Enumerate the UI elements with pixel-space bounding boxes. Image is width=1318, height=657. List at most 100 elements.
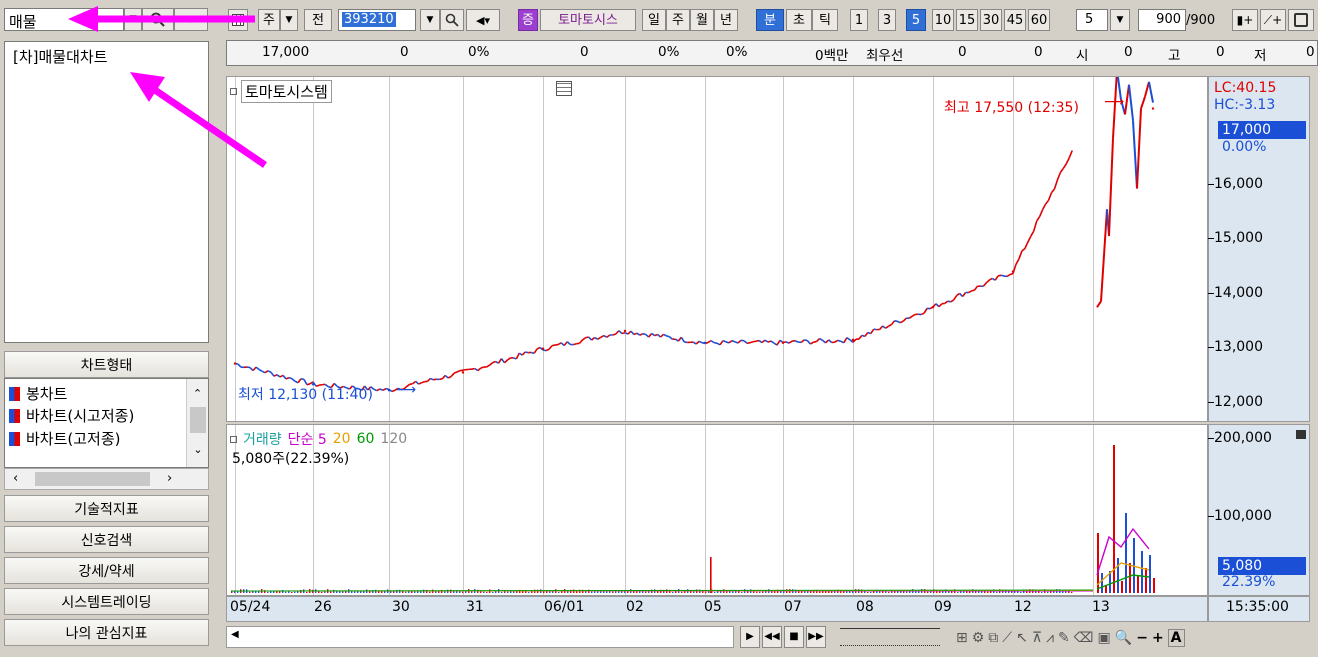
interval-30[interactable]: 30	[980, 9, 1002, 31]
line-tool-icon[interactable]: ⟋	[1002, 630, 1012, 646]
price-segment	[418, 382, 422, 385]
volume-bar	[681, 591, 683, 593]
period-month[interactable]: 월	[690, 9, 714, 31]
play-icon: ▶	[746, 631, 754, 642]
market-select[interactable]: 주	[258, 9, 280, 31]
interval-5[interactable]: 5	[906, 9, 926, 31]
market-dropdown[interactable]: ▼	[280, 9, 298, 31]
scroll-up-icon[interactable]: ⌃	[187, 387, 208, 400]
add-compare-button[interactable]: ▮+	[1232, 9, 1258, 31]
wave-tool-icon[interactable]: ⩘	[1046, 630, 1054, 646]
rewind-button[interactable]: ◀◀	[762, 626, 782, 648]
price-point	[541, 347, 545, 350]
volume-bar	[927, 591, 929, 593]
list-item[interactable]: 봉차트	[9, 383, 67, 404]
interval-10[interactable]: 10	[932, 9, 954, 31]
interval-3[interactable]: 3	[878, 9, 896, 31]
volume-bar	[558, 591, 560, 593]
volume-bar	[867, 591, 869, 593]
strength-weakness-button[interactable]: 강세/약세	[4, 557, 209, 584]
scroll-left-icon[interactable]: ‹	[13, 471, 18, 486]
vertical-scrollbar[interactable]: ⌃ ⌄	[186, 379, 208, 467]
price-segment	[267, 370, 272, 374]
pencil-icon[interactable]: ✎	[1058, 630, 1070, 646]
menu-button[interactable]: ▾	[174, 8, 208, 31]
interval-15[interactable]: 15	[956, 9, 978, 31]
fib-tool-icon[interactable]: ⊼	[1032, 630, 1042, 646]
window-icon[interactable]: ⧉	[988, 630, 998, 646]
interval-45[interactable]: 45	[1004, 9, 1026, 31]
volume-bar	[405, 591, 407, 593]
list-item[interactable]: [차]매물대차트	[13, 46, 108, 67]
list-item[interactable]: 바차트(시고저종)	[9, 405, 134, 426]
zoom-out-icon[interactable]: −	[1136, 630, 1148, 646]
layout-icon[interactable]: ⊞	[956, 630, 968, 646]
chart-icon-button[interactable]	[228, 9, 248, 31]
price-segment	[521, 351, 526, 356]
stock-name-field: 토마토시스	[540, 9, 636, 31]
zoom-slider[interactable]	[840, 628, 940, 646]
my-indicators-button[interactable]: 나의 관심지표	[4, 619, 209, 646]
save-image-icon[interactable]: ▣	[1098, 630, 1111, 646]
interval-input[interactable]: 5	[1076, 9, 1108, 31]
stop-button[interactable]: ■	[784, 626, 804, 648]
dropdown-button[interactable]: ▼	[124, 8, 142, 31]
volume-bar	[354, 591, 356, 593]
trend-tool-icon[interactable]: ↖	[1016, 630, 1028, 646]
scroll-down-icon[interactable]: ⌄	[187, 443, 208, 456]
price-segment	[731, 339, 736, 343]
zoom-in-icon[interactable]: +	[1152, 630, 1164, 646]
calendar-icon[interactable]	[556, 81, 572, 96]
prefix-button[interactable]: 전	[304, 9, 332, 31]
search-button[interactable]	[142, 8, 174, 31]
list-item[interactable]: 바차트(고저종)	[9, 428, 121, 449]
sound-button[interactable]: ◀▾	[466, 9, 500, 31]
gear-icon[interactable]: ⚙	[972, 630, 985, 646]
forward-button[interactable]: ▶▶	[806, 626, 826, 648]
technical-indicators-button[interactable]: 기술적지표	[4, 495, 209, 522]
interval-dropdown[interactable]: ▼	[1110, 9, 1130, 31]
price-segment	[680, 336, 685, 343]
volume-bar	[864, 591, 866, 593]
system-trading-button[interactable]: 시스템트레이딩	[4, 588, 209, 615]
signal-search-button[interactable]: 신호검색	[4, 526, 209, 553]
scroll-thumb[interactable]	[35, 472, 150, 486]
interval-60[interactable]: 60	[1028, 9, 1050, 31]
zoom-icon[interactable]: 🔍	[1115, 630, 1132, 646]
play-button[interactable]: ▶	[740, 626, 760, 648]
add-line-button[interactable]: ⟋+	[1260, 9, 1286, 31]
code-dropdown[interactable]: ▼	[420, 9, 440, 31]
axis-settings-icon[interactable]	[1296, 430, 1306, 439]
search-input[interactable]: 매물	[4, 8, 124, 31]
price-segment	[911, 313, 916, 317]
period-day[interactable]: 일	[642, 9, 666, 31]
price-segment	[988, 277, 993, 281]
volume-chart-title[interactable]: 거래량 단순 5 20 60 120	[230, 429, 407, 449]
price-segment	[819, 337, 823, 341]
save-button[interactable]	[1288, 9, 1314, 31]
period-minute[interactable]: 분	[756, 9, 784, 31]
chart-type-header[interactable]: 차트형태	[4, 351, 209, 378]
volume-bar	[501, 591, 503, 593]
count-input[interactable]: 900	[1138, 9, 1186, 31]
price-segment	[1036, 216, 1041, 222]
font-icon[interactable]: A	[1167, 629, 1185, 647]
horizontal-scrollbar[interactable]: ‹ ›	[4, 468, 209, 490]
period-second[interactable]: 초	[786, 9, 812, 31]
bottom-scrollbar[interactable]: ◀	[226, 626, 734, 648]
price-segment	[506, 357, 511, 361]
code-search-button[interactable]	[440, 9, 464, 31]
date-label: 07	[784, 599, 802, 615]
scroll-right-icon[interactable]: ›	[167, 471, 172, 486]
period-tick[interactable]: 틱	[812, 9, 838, 31]
scroll-left-icon[interactable]: ◀	[231, 629, 239, 640]
eraser-icon[interactable]: ⌫	[1074, 630, 1094, 646]
scroll-thumb[interactable]	[190, 407, 206, 433]
interval-1[interactable]: 1	[850, 9, 868, 31]
hc-label: HC:-3.13	[1214, 97, 1276, 113]
price-chart-title[interactable]: 토마토시스템	[230, 80, 332, 103]
period-week[interactable]: 주	[666, 9, 690, 31]
stock-code-input[interactable]: 393210	[338, 9, 416, 31]
period-year[interactable]: 년	[714, 9, 738, 31]
price-segment	[545, 348, 550, 352]
